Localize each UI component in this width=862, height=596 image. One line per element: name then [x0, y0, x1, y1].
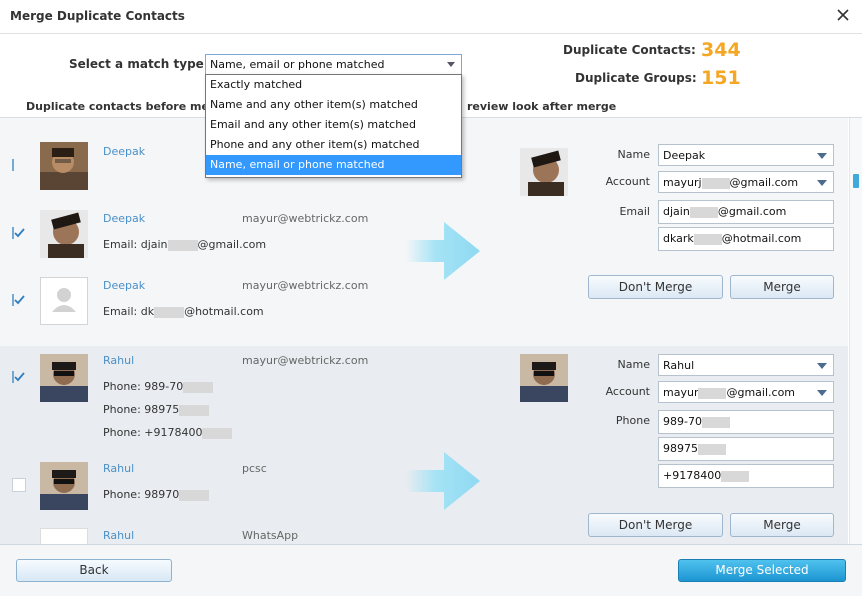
contact-name[interactable]: Deepak [103, 145, 145, 158]
contact-name[interactable]: Deepak [103, 279, 145, 292]
preview-avatar [520, 148, 568, 196]
chevron-down-icon [447, 62, 455, 67]
contact-checkbox[interactable] [12, 478, 26, 492]
contact-phone: Phone: 98975 [103, 403, 210, 416]
match-option-phone[interactable]: Phone and any other item(s) matched [206, 135, 461, 155]
scrollbar[interactable] [849, 118, 862, 544]
match-type-label: Select a match type: [69, 57, 209, 71]
merge-arrow-icon [406, 452, 480, 510]
contact-checkbox[interactable] [12, 226, 26, 240]
before-merge-header: Duplicate contacts before merg [26, 100, 223, 113]
preview-account-label: Account [605, 175, 650, 188]
avatar [40, 210, 88, 258]
back-button[interactable]: Back [16, 559, 172, 582]
after-merge-header: review look after merge [467, 100, 617, 113]
close-icon[interactable] [834, 6, 852, 24]
contact-phone: Phone: 989-70 [103, 380, 214, 393]
preview-phone-label: Phone [615, 414, 650, 427]
chevron-down-icon [817, 390, 827, 396]
match-type-dropdown: Exactly matched Name and any other item(… [205, 74, 462, 178]
contact-source: pcsc [242, 462, 267, 475]
preview-email-label: Email [619, 205, 650, 218]
chevron-down-icon [817, 153, 827, 159]
preview-phone-field[interactable]: 989-70 [658, 410, 834, 434]
window-title: Merge Duplicate Contacts [10, 9, 185, 23]
preview-name-label: Name [617, 358, 650, 371]
preview-name-label: Name [617, 148, 650, 161]
default-avatar-icon [40, 277, 88, 325]
avatar [40, 462, 88, 510]
match-option-exact[interactable]: Exactly matched [206, 75, 461, 95]
dont-merge-button[interactable]: Don't Merge [588, 275, 723, 299]
contact-source: mayur@webtrickz.com [242, 279, 369, 292]
avatar [40, 142, 88, 190]
contact-phone: Phone: +9178400 [103, 426, 233, 439]
preview-account-label: Account [605, 385, 650, 398]
match-option-name[interactable]: Name and any other item(s) matched [206, 95, 461, 115]
contact-name[interactable]: Rahul [103, 354, 134, 367]
merge-button[interactable]: Merge [730, 513, 834, 537]
duplicate-contacts-count: 344 [701, 39, 741, 61]
duplicate-groups-count: 151 [701, 67, 741, 89]
duplicate-groups-label: Duplicate Groups: [575, 71, 697, 85]
duplicate-list[interactable]: Deepak Deepak mayur@webtrickz.com Email:… [0, 118, 848, 544]
contact-phone: Phone: 98970 [103, 488, 210, 501]
preview-phone-field[interactable]: 98975 [658, 437, 834, 461]
title-bar: Merge Duplicate Contacts [0, 0, 862, 34]
avatar [40, 528, 88, 544]
chevron-down-icon [817, 363, 827, 369]
preview-email-field[interactable]: dkark @hotmail.com [658, 227, 834, 251]
contact-email: Email: dk @hotmail.com [103, 305, 264, 318]
match-option-email[interactable]: Email and any other item(s) matched [206, 115, 461, 135]
preview-email-field[interactable]: djain @gmail.com [658, 200, 834, 224]
contact-email: Email: djain @gmail.com [103, 238, 267, 251]
preview-name-select[interactable]: Rahul [658, 354, 834, 376]
match-option-name-email-phone[interactable]: Name, email or phone matched [206, 155, 461, 175]
contact-source: WhatsApp [242, 529, 299, 542]
avatar [40, 354, 88, 402]
duplicate-group: Rahul mayur@webtrickz.com Phone: 989-70 … [0, 346, 848, 544]
contact-source: mayur@webtrickz.com [242, 354, 369, 367]
merge-arrow-icon [406, 222, 480, 280]
preview-account-select[interactable]: mayur @gmail.com [658, 381, 834, 403]
footer: Back Merge Selected [0, 544, 862, 596]
merge-selected-button[interactable]: Merge Selected [678, 559, 846, 582]
contact-name[interactable]: Deepak [103, 212, 145, 225]
contact-name[interactable]: Rahul [103, 529, 134, 542]
match-type-selected: Name, email or phone matched [210, 58, 385, 71]
match-type-select[interactable]: Name, email or phone matched [205, 54, 462, 75]
contact-checkbox[interactable] [12, 370, 26, 384]
duplicate-contacts-label: Duplicate Contacts: [563, 43, 696, 57]
contact-checkbox[interactable] [12, 293, 26, 307]
merge-button[interactable]: Merge [730, 275, 834, 299]
contact-source: mayur@webtrickz.com [242, 212, 369, 225]
preview-name-select[interactable]: Deepak [658, 144, 834, 166]
chevron-down-icon [817, 180, 827, 186]
preview-phone-field[interactable]: +9178400 [658, 464, 834, 488]
preview-avatar [520, 354, 568, 402]
contact-name[interactable]: Rahul [103, 462, 134, 475]
preview-account-select[interactable]: mayurj @gmail.com [658, 171, 834, 193]
contact-checkbox[interactable] [12, 158, 26, 172]
scroll-thumb[interactable] [853, 174, 859, 188]
dont-merge-button[interactable]: Don't Merge [588, 513, 723, 537]
